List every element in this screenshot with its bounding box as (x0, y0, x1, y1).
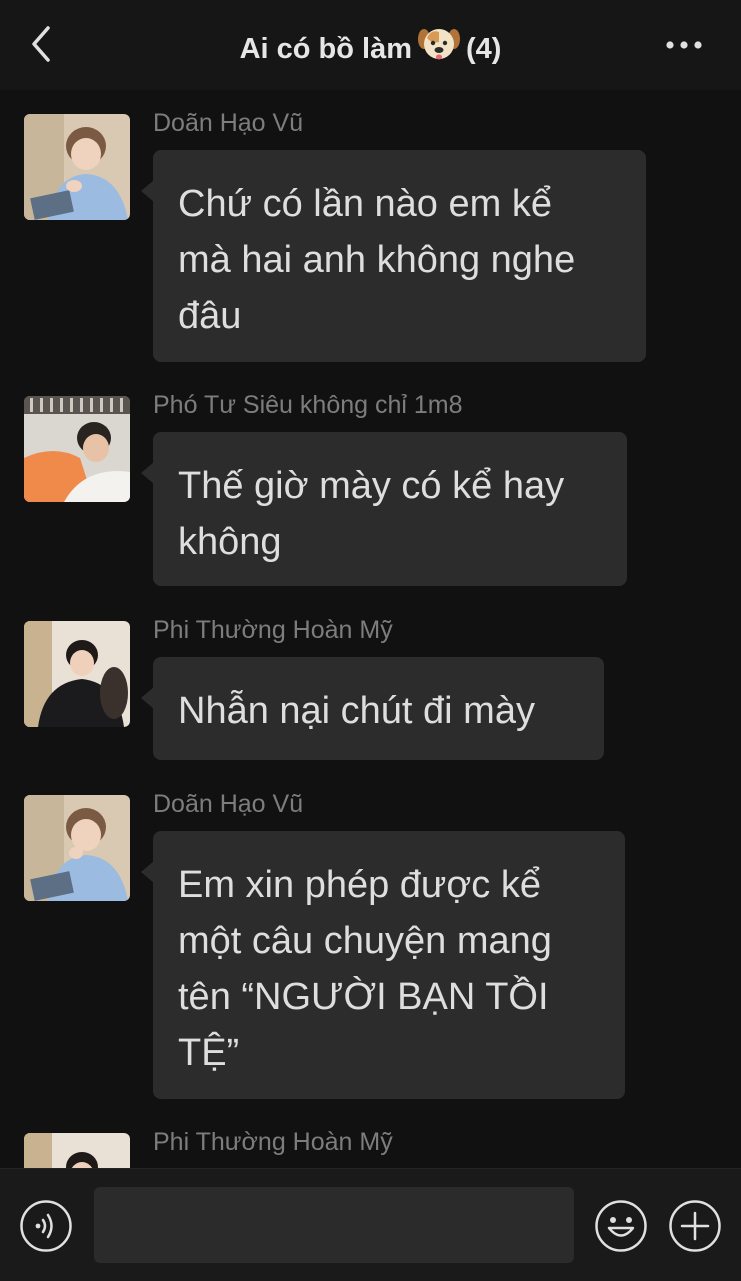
message-bubble[interactable]: Thế giờ mày có kể hay không (141, 432, 627, 586)
chat-title: Ai có bồ làm (4) (0, 26, 741, 72)
avatar[interactable] (24, 795, 130, 901)
voice-button[interactable] (19, 1199, 73, 1253)
avatar-photo (24, 396, 130, 502)
message-line: Thế giờ mày có kể hay (178, 465, 565, 507)
message-line: Em xin phép được kể (178, 864, 541, 906)
message-bubble[interactable]: Nhẫn nại chút đi mày (141, 657, 604, 760)
sender-name: Phi Thường Hoàn Mỹ (153, 1128, 393, 1156)
message-line: không (178, 521, 282, 563)
avatar-photo (24, 795, 130, 901)
emoji-button[interactable] (594, 1199, 648, 1253)
sender-name: Doãn Hạo Vũ (153, 790, 304, 818)
smiley-icon (595, 1200, 647, 1252)
message-bubble[interactable]: Em xin phép được kể một câu chuyện mang … (141, 831, 625, 1099)
message-line: một câu chuyện mang (178, 920, 552, 962)
message-line: Chứ có lần nào em kể (178, 183, 552, 225)
sender-name: Phó Tư Siêu không chỉ 1m8 (153, 391, 463, 419)
member-count: (4) (465, 33, 502, 65)
more-dots-icon (666, 41, 702, 49)
message-line: đâu (178, 295, 242, 337)
avatar[interactable] (24, 114, 130, 220)
avatar[interactable] (24, 1133, 130, 1170)
avatar-photo (24, 621, 130, 727)
message-line: TỆ” (178, 1032, 240, 1074)
sender-name: Doãn Hạo Vũ (153, 109, 304, 137)
message-bubble[interactable]: Chứ có lần nào em kể mà hai anh không ng… (141, 150, 646, 362)
more-options-button[interactable] (660, 30, 710, 60)
sender-name: Phi Thường Hoàn Mỹ (153, 616, 393, 644)
group-name: Ai có bồ làm (239, 33, 412, 65)
avatar-photo (24, 114, 130, 220)
message-line: mà hai anh không nghe (178, 239, 576, 281)
avatar[interactable] (24, 396, 130, 502)
plus-circle-icon (669, 1200, 721, 1252)
voice-icon (20, 1200, 72, 1252)
chat-input-bar (0, 1168, 741, 1281)
chat-header: Ai có bồ làm (4) (0, 0, 741, 90)
dog-face-emoji-icon (417, 26, 460, 72)
avatar[interactable] (24, 621, 130, 727)
message-line: tên “NGƯỜI BẠN TỒI (178, 976, 549, 1018)
message-line: Nhẫn nại chút đi mày (178, 690, 535, 732)
avatar-photo (24, 1133, 130, 1170)
message-input[interactable] (94, 1187, 574, 1263)
add-button[interactable] (668, 1199, 722, 1253)
